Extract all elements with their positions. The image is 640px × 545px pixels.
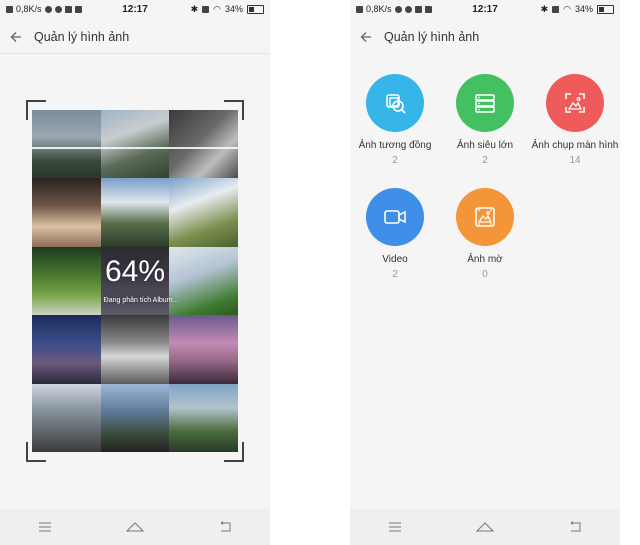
app-bar: Quản lý hình ảnh [0, 20, 270, 54]
return-icon [220, 521, 231, 532]
scan-status-text: Đang phân tích Album... [103, 297, 179, 304]
camera-icon [424, 5, 432, 13]
battery-icon [597, 4, 614, 14]
back-nav-button[interactable] [563, 515, 587, 539]
album-scan-panel: 64% Đang phân tích Album... [26, 100, 244, 462]
photo-thumbnail [100, 110, 170, 179]
notification-icon [44, 5, 52, 13]
page-title: Quản lý hình ảnh [384, 30, 480, 44]
settings-icon [54, 5, 62, 13]
app-icon [64, 5, 72, 13]
category-video[interactable]: Video 2 [350, 188, 440, 280]
photo-thumbnail [169, 110, 238, 179]
home-button[interactable] [123, 515, 147, 539]
category-label: Video [382, 254, 408, 265]
left-screen: 0,8K/s 12:17 ✱ ◠ 34% Quản lý hình ảnh 64… [0, 0, 270, 545]
category-count: 2 [392, 155, 398, 166]
category-label: Ảnh mờ [467, 254, 503, 265]
photo-thumbnail [169, 178, 238, 247]
silent-icon [552, 5, 560, 13]
category-blurry-photos[interactable]: Ảnh mờ 0 [440, 188, 530, 280]
large-photos-icon [456, 74, 514, 132]
scan-line [32, 147, 238, 149]
category-label: Ảnh siêu lớn [456, 140, 514, 151]
bluetooth-icon: ✱ [190, 3, 199, 14]
app-icon [414, 5, 422, 13]
back-arrow-icon [10, 31, 21, 42]
similar-photos-icon [366, 74, 424, 132]
screenshot-icon [546, 74, 604, 132]
back-button[interactable] [6, 27, 26, 47]
category-similar-photos[interactable]: Ảnh tương đồng 2 [350, 74, 440, 166]
network-speed: 0,8K/s [16, 4, 42, 14]
status-bar: 0,8K/s 12:17 ✱ ◠ 34% [0, 0, 270, 18]
navigation-bar [0, 509, 270, 545]
scan-progress-percent: 64% [104, 255, 166, 288]
sim-icon [6, 5, 13, 13]
category-label: Ảnh tương đồng [358, 140, 432, 151]
home-icon [476, 522, 494, 532]
wifi-icon: ◠ [213, 3, 221, 14]
network-speed: 0,8K/s [366, 4, 392, 14]
photo-thumbnail [169, 246, 238, 316]
category-count: 2 [392, 269, 398, 280]
photo-thumbnail [32, 110, 101, 179]
silent-icon [202, 5, 210, 13]
bluetooth-icon: ✱ [540, 3, 549, 14]
photo-thumbnail [169, 383, 238, 452]
category-large-photos[interactable]: Ảnh siêu lớn 2 [440, 74, 530, 166]
menu-button[interactable] [383, 515, 407, 539]
app-bar: Quản lý hình ảnh [350, 20, 620, 54]
photo-thumbnail [100, 383, 170, 452]
sim-icon [356, 5, 363, 13]
menu-icon [389, 522, 401, 532]
back-arrow-icon [360, 32, 371, 42]
category-count: 2 [482, 155, 488, 166]
category-screenshots[interactable]: Ảnh chụp màn hình 14 [530, 74, 620, 166]
blurry-photo-icon [456, 188, 514, 246]
photo-thumbnail [32, 383, 101, 452]
photo-thumbnail [169, 315, 238, 384]
battery-icon [247, 4, 264, 14]
right-screen: 0,8K/s 12:17 ✱ ◠ 34% Quản lý hình ảnh Ản… [350, 0, 620, 545]
photo-thumbnail [100, 178, 170, 247]
category-count: 14 [569, 155, 581, 166]
video-icon [366, 188, 424, 246]
notification-icon [394, 5, 402, 13]
back-button[interactable] [356, 27, 376, 47]
battery-percent: 34% [224, 4, 243, 14]
settings-icon [404, 5, 412, 13]
wifi-icon: ◠ [563, 3, 571, 14]
photo-thumbnail [32, 315, 101, 384]
status-bar: 0,8K/s 12:17 ✱ ◠ 34% [350, 0, 620, 18]
return-icon [570, 521, 581, 532]
menu-button[interactable] [33, 515, 57, 539]
camera-icon [74, 5, 82, 13]
category-count: 0 [482, 269, 488, 280]
battery-percent: 34% [574, 4, 593, 14]
page-title: Quản lý hình ảnh [34, 29, 130, 44]
menu-icon [39, 522, 51, 532]
photo-thumbnail [32, 246, 101, 316]
category-label: Ảnh chụp màn hình [531, 140, 619, 151]
home-icon [126, 522, 144, 532]
photo-thumbnail [32, 178, 101, 247]
back-nav-button[interactable] [213, 515, 237, 539]
photo-thumbnail [100, 315, 170, 384]
home-button[interactable] [473, 515, 497, 539]
navigation-bar [350, 509, 620, 545]
